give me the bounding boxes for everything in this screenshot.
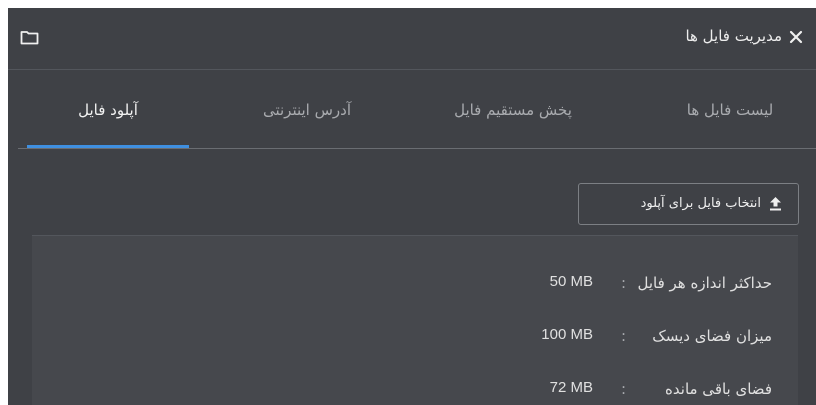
remaining-space-value: 72 MB — [549, 379, 593, 396]
folder-icon — [20, 30, 39, 45]
remaining-space-label: فضای باقی مانده — [665, 380, 772, 398]
max-file-size-value: 50 MB — [549, 273, 593, 290]
storage-info-panel: حداکثر اندازه هر فایل : 50 MB میزان فضای… — [32, 235, 798, 405]
disk-space-colon: : — [620, 327, 626, 345]
max-file-size-colon: : — [620, 274, 626, 292]
upload-button-label: انتخاب فایل برای آپلود — [640, 196, 761, 211]
select-file-upload-button[interactable]: انتخاب فایل برای آپلود — [578, 183, 799, 225]
tab-upload-file[interactable]: آپلود فایل — [27, 71, 189, 149]
dialog-title: مدیریت فایل ها — [685, 27, 782, 45]
tab-bar: لیست فایل ها پخش مستقیم فایل آدرس اینترن… — [8, 71, 816, 149]
disk-space-value: 100 MB — [541, 326, 593, 343]
tab-direct-stream[interactable]: پخش مستقیم فایل — [432, 71, 594, 149]
upload-icon — [769, 196, 782, 211]
title-bar: مدیریت فایل ها — [8, 8, 816, 70]
tab-internet-address[interactable]: آدرس اینترنتی — [226, 71, 388, 149]
tab-file-list[interactable]: لیست فایل ها — [649, 71, 811, 149]
remaining-space-colon: : — [620, 380, 626, 398]
tabs-divider — [18, 148, 816, 149]
close-icon[interactable] — [788, 29, 804, 45]
file-manager-dialog: مدیریت فایل ها لیست فایل ها پخش مستقیم ف… — [8, 8, 816, 405]
max-file-size-label: حداکثر اندازه هر فایل — [637, 274, 772, 292]
disk-space-label: میزان فضای دیسک — [652, 327, 772, 345]
